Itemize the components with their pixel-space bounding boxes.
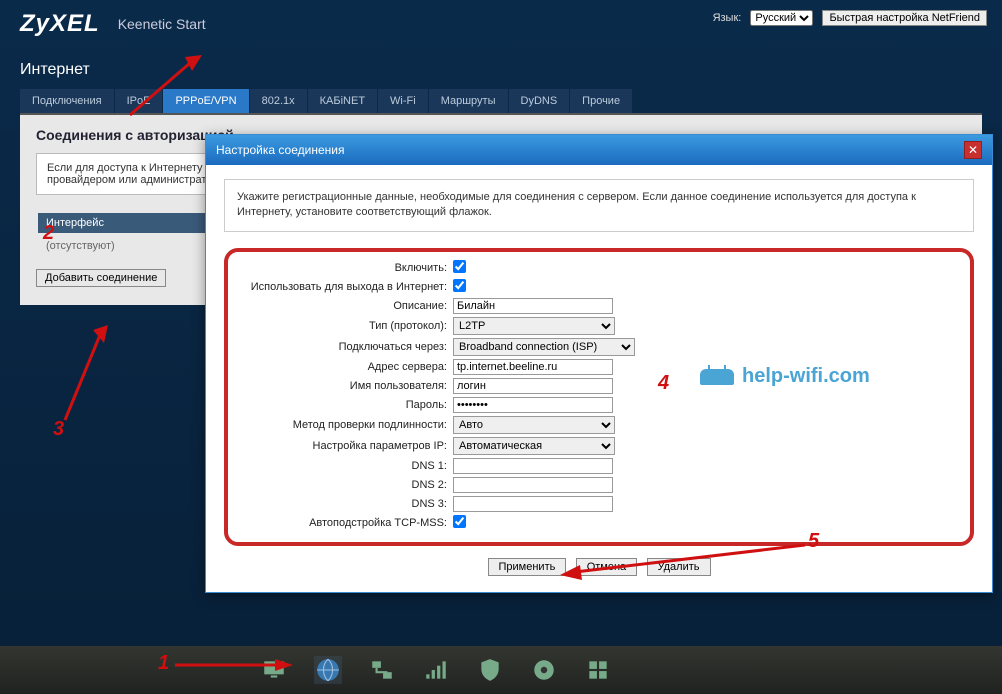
language-select[interactable]: Русский xyxy=(750,10,813,26)
label-auth: Метод проверки подлинности: xyxy=(238,419,453,431)
input-dns3[interactable] xyxy=(453,496,613,512)
input-username[interactable] xyxy=(453,378,613,394)
select-type[interactable]: L2TP xyxy=(453,317,615,335)
input-server[interactable] xyxy=(453,359,613,375)
input-password[interactable] xyxy=(453,397,613,413)
connection-settings-modal: Настройка соединения ✕ Укажите регистрац… xyxy=(205,134,993,593)
model-name: Keenetic Start xyxy=(118,16,206,32)
input-dns1[interactable] xyxy=(453,458,613,474)
close-icon[interactable]: ✕ xyxy=(964,141,982,159)
arrow-1 xyxy=(175,658,295,672)
shield-icon[interactable] xyxy=(476,656,504,684)
label-dns1: DNS 1: xyxy=(238,460,453,472)
label-connect-via: Подключаться через: xyxy=(238,341,453,353)
tab-routes[interactable]: Маршруты xyxy=(429,89,508,113)
router-icon xyxy=(700,369,734,385)
input-description[interactable] xyxy=(453,298,613,314)
taskbar xyxy=(0,646,1002,694)
tab-dydns[interactable]: DyDNS xyxy=(509,89,570,113)
label-username: Имя пользователя: xyxy=(238,380,453,392)
arrow-2 xyxy=(130,55,210,120)
tab-8021x[interactable]: 802.1x xyxy=(250,89,307,113)
globe-icon[interactable] xyxy=(314,656,342,684)
network-icon[interactable] xyxy=(368,656,396,684)
input-dns2[interactable] xyxy=(453,477,613,493)
gear-icon[interactable] xyxy=(530,656,558,684)
label-description: Описание: xyxy=(238,300,453,312)
modal-body: Укажите регистрационные данные, необходи… xyxy=(206,165,992,592)
checkbox-enable[interactable] xyxy=(453,260,466,273)
checkbox-tcpmss[interactable] xyxy=(453,515,466,528)
label-dns3: DNS 3: xyxy=(238,498,453,510)
modal-header: Настройка соединения ✕ xyxy=(206,135,992,165)
arrow-3 xyxy=(60,325,120,425)
checkbox-use-internet[interactable] xyxy=(453,279,466,292)
quick-setup-button[interactable]: Быстрая настройка NetFriend xyxy=(822,10,987,26)
label-enable: Включить: xyxy=(238,262,453,274)
label-tcpmss: Автоподстройка TCP-MSS: xyxy=(238,517,453,529)
tab-wifi[interactable]: Wi-Fi xyxy=(378,89,428,113)
label-password: Пароль: xyxy=(238,399,453,411)
apply-button[interactable]: Применить xyxy=(488,558,567,576)
label-dns2: DNS 2: xyxy=(238,479,453,491)
label-type: Тип (протокол): xyxy=(238,320,453,332)
apps-icon[interactable] xyxy=(584,656,612,684)
modal-info: Укажите регистрационные данные, необходи… xyxy=(224,179,974,232)
top-controls: Язык: Русский Быстрая настройка NetFrien… xyxy=(713,10,987,26)
select-ip[interactable]: Автоматическая xyxy=(453,437,615,455)
watermark: help-wifi.com xyxy=(700,365,870,388)
brand-logo: ZyXEL xyxy=(20,10,100,38)
label-server: Адрес сервера: xyxy=(238,361,453,373)
arrow-5 xyxy=(560,540,810,580)
language-label: Язык: xyxy=(713,12,742,24)
form-area: Включить: Использовать для выхода в Инте… xyxy=(224,248,974,546)
tab-other[interactable]: Прочие xyxy=(570,89,632,113)
tab-connections[interactable]: Подключения xyxy=(20,89,114,113)
signal-icon[interactable] xyxy=(422,656,450,684)
select-auth[interactable]: Авто xyxy=(453,416,615,434)
modal-title: Настройка соединения xyxy=(216,143,344,157)
label-ip: Настройка параметров IP: xyxy=(238,440,453,452)
add-connection-button[interactable]: Добавить соединение xyxy=(36,269,166,287)
select-connect-via[interactable]: Broadband connection (ISP) xyxy=(453,338,635,356)
tab-kabinet[interactable]: КАБiNET xyxy=(308,89,377,113)
watermark-text: help-wifi.com xyxy=(742,365,870,388)
label-use-internet: Использовать для выхода в Интернет: xyxy=(238,281,453,293)
